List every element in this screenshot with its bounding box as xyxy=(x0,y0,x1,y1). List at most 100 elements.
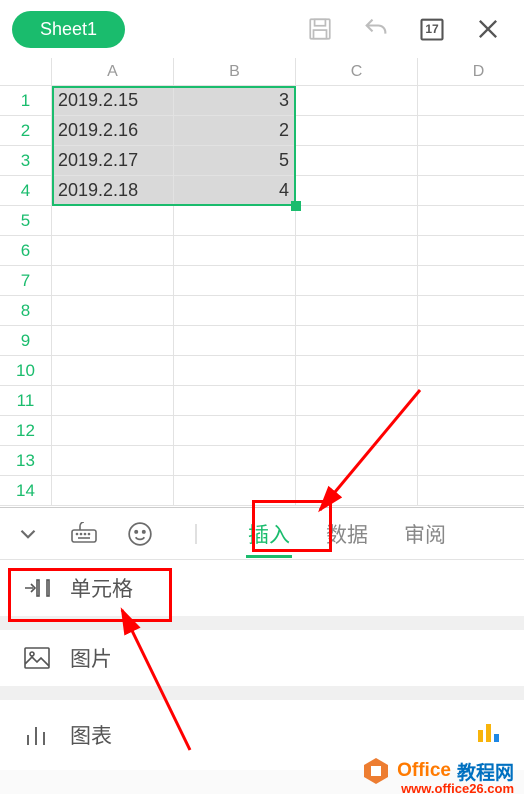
calendar-icon[interactable]: 17 xyxy=(408,15,456,43)
cell[interactable] xyxy=(174,326,296,355)
selection-handle[interactable] xyxy=(291,201,301,211)
row-header[interactable]: 6 xyxy=(0,236,52,265)
row-header[interactable]: 12 xyxy=(0,416,52,445)
cell[interactable] xyxy=(418,416,524,445)
row-header[interactable]: 3 xyxy=(0,146,52,175)
cell[interactable] xyxy=(52,236,174,265)
col-header-D[interactable]: D xyxy=(418,58,524,85)
cell[interactable]: 2019.2.17 xyxy=(52,146,174,175)
cell[interactable] xyxy=(174,356,296,385)
cell[interactable] xyxy=(52,416,174,445)
undo-icon[interactable] xyxy=(352,15,400,43)
cell[interactable] xyxy=(296,266,418,295)
close-icon[interactable] xyxy=(464,15,512,43)
cell[interactable] xyxy=(418,446,524,475)
row-header[interactable]: 5 xyxy=(0,206,52,235)
cell[interactable] xyxy=(174,386,296,415)
column-headers: A B C D xyxy=(0,58,524,86)
cell[interactable] xyxy=(296,386,418,415)
cell[interactable] xyxy=(174,236,296,265)
cell[interactable] xyxy=(296,446,418,475)
cell[interactable] xyxy=(418,296,524,325)
row-header[interactable]: 2 xyxy=(0,116,52,145)
cell[interactable]: 2019.2.16 xyxy=(52,116,174,145)
cell[interactable] xyxy=(174,416,296,445)
row-header[interactable]: 13 xyxy=(0,446,52,475)
insert-cell-button[interactable]: 单元格 xyxy=(0,560,524,630)
row-header[interactable]: 9 xyxy=(0,326,52,355)
row-header[interactable]: 14 xyxy=(0,476,52,505)
spreadsheet-grid[interactable]: A B C D 1 2019.2.15 3 2 2019.2.16 2 3 20… xyxy=(0,58,524,506)
cell[interactable] xyxy=(418,146,524,175)
sheet-tab[interactable]: Sheet1 xyxy=(12,11,125,48)
cell[interactable] xyxy=(418,356,524,385)
cell[interactable] xyxy=(52,326,174,355)
cell[interactable]: 2019.2.18 xyxy=(52,176,174,205)
cell[interactable]: 4 xyxy=(174,176,296,205)
cell[interactable]: 5 xyxy=(174,146,296,175)
row-header[interactable]: 1 xyxy=(0,86,52,115)
cell[interactable]: 3 xyxy=(174,86,296,115)
cell[interactable] xyxy=(52,266,174,295)
cell[interactable] xyxy=(296,146,418,175)
cell[interactable] xyxy=(296,236,418,265)
row-header[interactable]: 10 xyxy=(0,356,52,385)
table-row: 9 xyxy=(0,326,524,356)
cell[interactable] xyxy=(174,206,296,235)
cell[interactable] xyxy=(296,356,418,385)
image-icon xyxy=(22,646,52,670)
cell[interactable]: 2 xyxy=(174,116,296,145)
row-header[interactable]: 7 xyxy=(0,266,52,295)
cell[interactable] xyxy=(52,476,174,505)
cell[interactable] xyxy=(418,266,524,295)
col-header-A[interactable]: A xyxy=(52,58,174,85)
table-row: 6 xyxy=(0,236,524,266)
col-header-C[interactable]: C xyxy=(296,58,418,85)
cell[interactable] xyxy=(296,86,418,115)
cell[interactable] xyxy=(296,176,418,205)
cell[interactable] xyxy=(296,296,418,325)
cell[interactable] xyxy=(174,446,296,475)
emoji-icon[interactable] xyxy=(112,521,168,547)
cell[interactable] xyxy=(174,266,296,295)
bottom-toolbar: 插入 数据 审阅 xyxy=(0,507,524,559)
cell[interactable] xyxy=(418,476,524,505)
cell[interactable] xyxy=(418,86,524,115)
cell[interactable] xyxy=(418,116,524,145)
cell[interactable] xyxy=(52,296,174,325)
cell[interactable] xyxy=(52,386,174,415)
save-icon[interactable] xyxy=(296,16,344,42)
collapse-icon[interactable] xyxy=(0,521,56,547)
insert-image-button[interactable]: 图片 xyxy=(0,630,524,700)
cell[interactable] xyxy=(174,296,296,325)
cell[interactable] xyxy=(52,206,174,235)
table-row: 3 2019.2.17 5 xyxy=(0,146,524,176)
watermark-logo-icon xyxy=(361,756,391,786)
tab-data[interactable]: 数据 xyxy=(308,508,386,560)
cell[interactable] xyxy=(296,476,418,505)
chart-preview-icon xyxy=(476,720,502,750)
cell[interactable] xyxy=(52,356,174,385)
grid-corner[interactable] xyxy=(0,58,52,85)
cell[interactable] xyxy=(296,116,418,145)
row-header[interactable]: 11 xyxy=(0,386,52,415)
cell[interactable] xyxy=(174,476,296,505)
keyboard-icon[interactable] xyxy=(56,522,112,546)
table-row: 5 xyxy=(0,206,524,236)
cell[interactable] xyxy=(52,446,174,475)
cell[interactable]: 2019.2.15 xyxy=(52,86,174,115)
cell[interactable] xyxy=(418,326,524,355)
row-header[interactable]: 4 xyxy=(0,176,52,205)
tab-review[interactable]: 审阅 xyxy=(386,508,464,560)
tab-insert[interactable]: 插入 xyxy=(230,508,308,560)
row-header[interactable]: 8 xyxy=(0,296,52,325)
cell[interactable] xyxy=(296,326,418,355)
cell[interactable] xyxy=(418,176,524,205)
col-header-B[interactable]: B xyxy=(174,58,296,85)
cell[interactable] xyxy=(296,416,418,445)
cell[interactable] xyxy=(418,206,524,235)
table-row: 4 2019.2.18 4 xyxy=(0,176,524,206)
cell[interactable] xyxy=(296,206,418,235)
cell[interactable] xyxy=(418,236,524,265)
cell[interactable] xyxy=(418,386,524,415)
